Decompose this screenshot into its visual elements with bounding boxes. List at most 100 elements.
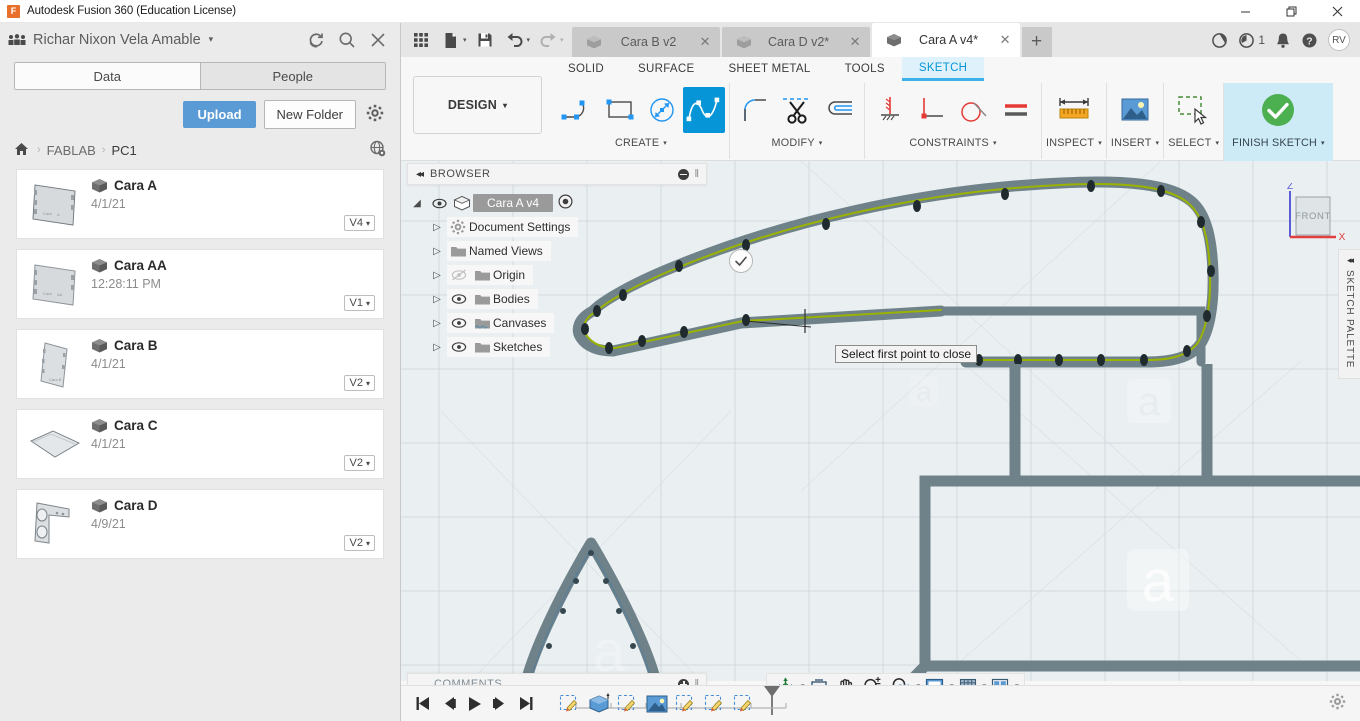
version-selector[interactable]: V1 ▾: [343, 295, 375, 311]
timeline-feature-extrude[interactable]: [587, 692, 610, 715]
close-panel-icon[interactable]: [369, 31, 387, 49]
maximize-button[interactable]: [1268, 0, 1314, 23]
new-folder-button[interactable]: New Folder: [263, 100, 356, 129]
timeline-feature-sketch[interactable]: [703, 693, 725, 715]
ribbon-group-create-label[interactable]: CREATE ▾: [615, 137, 667, 149]
notifications-bell-icon[interactable]: [1275, 32, 1291, 49]
timeline-feature-canvas[interactable]: [645, 693, 668, 715]
tree-node-root[interactable]: ◢ Cara A v4: [407, 191, 707, 215]
expand-arrow-icon[interactable]: ▷: [427, 270, 447, 281]
timeline-feature-sketch[interactable]: [674, 693, 696, 715]
expand-arrow-icon[interactable]: ▷: [427, 222, 447, 233]
chevron-down-icon[interactable]: ▾: [209, 34, 214, 45]
version-selector[interactable]: V2 ▾: [343, 535, 375, 551]
ribbon-group-select-label[interactable]: SELECT ▾: [1168, 137, 1219, 149]
document-tab-cara-b[interactable]: Cara B v2 ✕: [571, 27, 720, 57]
go-to-beginning-icon[interactable]: [415, 696, 432, 711]
upload-button[interactable]: Upload: [183, 101, 256, 128]
list-item[interactable]: Cara D 4/9/21 V2 ▾: [16, 489, 384, 559]
globe-icon[interactable]: [369, 140, 386, 160]
panel-grip[interactable]: ‖: [694, 168, 699, 180]
avatar[interactable]: RV: [1328, 29, 1350, 51]
sketch-palette-tab[interactable]: ◂◂ SKETCH PALETTE: [1338, 249, 1360, 379]
grid-apps-icon[interactable]: [407, 25, 435, 55]
expand-arrow-icon[interactable]: ▷: [427, 342, 447, 353]
tab-people[interactable]: People: [199, 63, 385, 89]
ribbon-group-inspect-label[interactable]: INSPECT ▾: [1046, 137, 1102, 149]
step-back-icon[interactable]: [442, 696, 457, 711]
activate-component-icon[interactable]: [558, 194, 573, 212]
visibility-eye-icon[interactable]: [447, 293, 471, 305]
new-file-icon[interactable]: [437, 25, 465, 55]
tab-tools[interactable]: TOOLS: [828, 57, 902, 81]
tree-node-canvases[interactable]: ▷ Canvases: [407, 311, 707, 335]
view-cube[interactable]: Z X FRONT: [1278, 181, 1346, 243]
chevron-down-icon[interactable]: ▾: [527, 36, 531, 44]
circle-icon[interactable]: [641, 87, 683, 133]
list-item[interactable]: Cara A Cara A 4/1/21 V4 ▾: [16, 169, 384, 239]
close-button[interactable]: [1314, 0, 1360, 23]
tree-node-sketches[interactable]: ▷ Sketches: [407, 335, 707, 359]
tab-sheet-metal[interactable]: SHEET METAL: [711, 57, 827, 81]
ribbon-group-constraints-label[interactable]: CONSTRAINTS ▾: [909, 137, 996, 149]
home-icon[interactable]: [14, 142, 29, 159]
search-icon[interactable]: [338, 31, 356, 49]
breadcrumb-item-pc1[interactable]: PC1: [111, 143, 136, 158]
timeline-feature-sketch[interactable]: [732, 693, 754, 715]
redo-icon[interactable]: [534, 25, 562, 55]
jobs-status-icon[interactable]: 1: [1238, 32, 1265, 49]
go-to-end-icon[interactable]: [517, 696, 534, 711]
gear-icon[interactable]: [364, 104, 386, 125]
expand-arrow-icon[interactable]: ◢: [407, 198, 427, 209]
tab-solid[interactable]: SOLID: [551, 57, 621, 81]
version-selector[interactable]: V2 ▾: [343, 455, 375, 471]
tab-sketch[interactable]: SKETCH: [901, 57, 985, 81]
breadcrumb-item-fablab[interactable]: FABLAB: [47, 143, 96, 158]
close-icon[interactable]: ✕: [1000, 32, 1011, 48]
tab-surface[interactable]: SURFACE: [621, 57, 711, 81]
close-icon[interactable]: ✕: [850, 34, 861, 50]
play-icon[interactable]: [467, 696, 482, 712]
minimize-button[interactable]: [1222, 0, 1268, 23]
tree-node-document-settings[interactable]: ▷ Document Settings: [407, 215, 707, 239]
spline-icon[interactable]: [683, 87, 725, 133]
chevron-down-icon[interactable]: ▾: [560, 36, 564, 44]
horizontal-constraint-icon[interactable]: [911, 87, 953, 133]
fillet-icon[interactable]: [734, 87, 776, 133]
parallel-constraint-icon[interactable]: [995, 87, 1037, 133]
user-name[interactable]: Richar Nixon Vela Amable: [33, 32, 201, 48]
collapse-all-icon[interactable]: [678, 168, 690, 180]
measure-icon[interactable]: [1053, 87, 1095, 133]
help-icon[interactable]: ?: [1301, 32, 1318, 49]
ribbon-group-finish-sketch-label[interactable]: FINISH SKETCH ▾: [1232, 137, 1325, 149]
visibility-eye-icon[interactable]: [447, 317, 471, 329]
select-window-icon[interactable]: [1173, 87, 1215, 133]
list-item[interactable]: Cara C 4/1/21 V2 ▾: [16, 409, 384, 479]
visibility-eye-icon[interactable]: [447, 341, 471, 353]
rectangle-icon[interactable]: [599, 87, 641, 133]
timeline-feature-sketch[interactable]: [558, 693, 580, 715]
document-tab-cara-d[interactable]: Cara D v2* ✕: [721, 27, 870, 57]
list-item[interactable]: Cara B Cara B 4/1/21 V2 ▾: [16, 329, 384, 399]
tree-node-named-views[interactable]: ▷ Named Views: [407, 239, 707, 263]
line-icon[interactable]: [557, 87, 599, 133]
timeline-feature-sketch[interactable]: [616, 693, 638, 715]
tree-node-bodies[interactable]: ▷ Bodies: [407, 287, 707, 311]
step-forward-icon[interactable]: [492, 696, 507, 711]
extensions-icon[interactable]: [1211, 32, 1228, 49]
trim-icon[interactable]: [776, 87, 818, 133]
finish-sketch-icon[interactable]: [1248, 87, 1308, 133]
expand-arrow-icon[interactable]: ▷: [427, 246, 447, 257]
close-icon[interactable]: ✕: [700, 34, 711, 50]
expand-arrow-icon[interactable]: ▷: [427, 318, 447, 329]
vertical-constraint-icon[interactable]: [869, 87, 911, 133]
visibility-eye-icon[interactable]: [427, 198, 451, 209]
version-selector[interactable]: V4 ▾: [343, 215, 375, 231]
close-sketch-badge-icon[interactable]: [729, 249, 753, 273]
tab-data[interactable]: Data: [15, 63, 200, 89]
offset-icon[interactable]: [818, 87, 860, 133]
workspace-selector[interactable]: DESIGN ▾: [413, 76, 542, 134]
ribbon-group-insert-label[interactable]: INSERT ▾: [1111, 137, 1159, 149]
ribbon-group-finish-sketch[interactable]: FINISH SKETCH ▾: [1223, 83, 1333, 161]
tree-node-origin[interactable]: ▷ Origin: [407, 263, 707, 287]
